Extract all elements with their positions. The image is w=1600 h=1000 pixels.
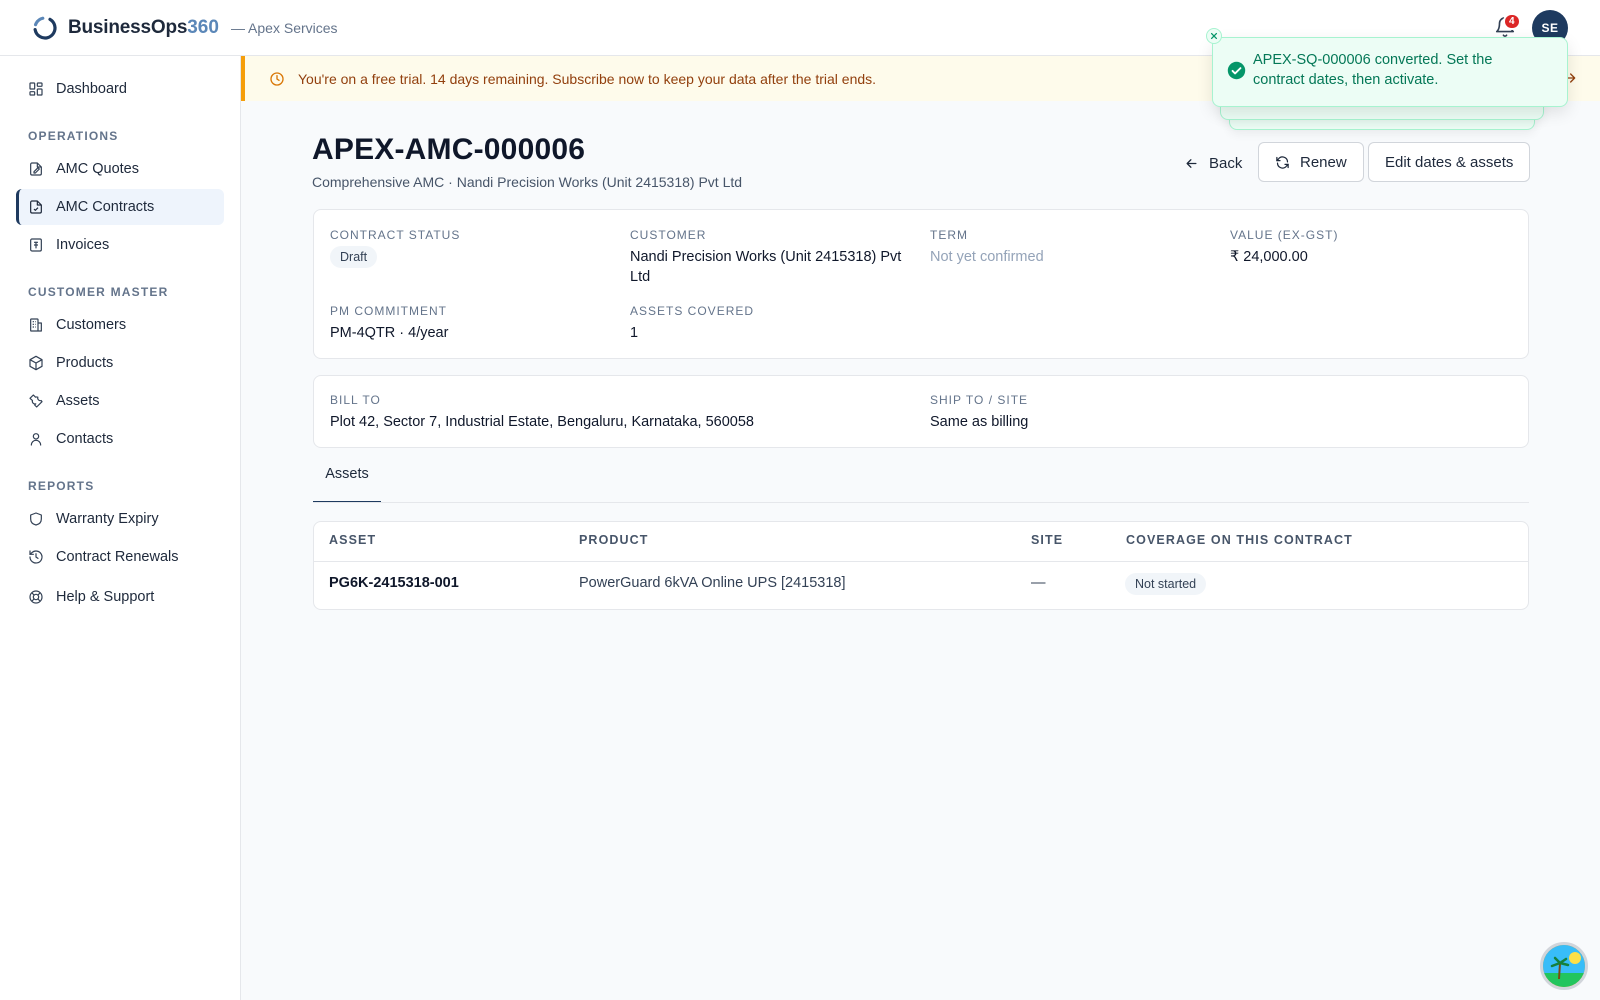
tab-divider [313,502,1529,503]
sidebar-item-customers[interactable]: Customers [16,307,224,343]
lifebuoy-icon [29,590,43,604]
column-header-product: PRODUCT [579,533,649,547]
table-header-divider [314,561,1528,562]
assets-covered-label: ASSETS COVERED [630,304,755,318]
brand[interactable]: BusinessOps 360 [32,15,219,41]
sidebar-item-label: Help & Support [56,589,155,605]
sidebar-item-label: Products [56,355,114,371]
pm-commitment-label: PM COMMITMENT [330,304,447,318]
box-icon [29,355,43,371]
renew-button-label: Renew [1300,153,1347,171]
contract-status-label: CONTRACT STATUS [330,228,461,242]
brand-number: 360 [187,16,219,38]
sidebar-item-contacts[interactable]: Contacts [16,421,224,457]
sidebar-item-label: Warranty Expiry [56,511,159,527]
site-cell: — [1031,575,1046,591]
edit-dates-assets-button[interactable]: Edit dates & assets [1368,142,1531,182]
check-circle-icon [1227,61,1246,80]
sidebar-item-label: Contract Renewals [56,549,179,565]
sidebar-section-customer-master: CUSTOMER MASTER [28,285,169,299]
sidebar-item-assets[interactable]: Assets [16,383,224,419]
sidebar-section-operations: OPERATIONS [28,129,119,143]
toast-message: APEX-SQ-000006 converted. Set the contra… [1253,52,1493,88]
page-title: APEX-AMC-000006 [312,133,586,166]
sidebar-item-label: Assets [56,393,100,409]
sidebar-item-contract-renewals[interactable]: Contract Renewals [16,539,224,575]
assets-covered-value: 1 [630,325,639,341]
ship-to-value: Same as billing [930,414,1029,430]
sidebar-item-help-support[interactable]: Help & Support [16,579,224,615]
refresh-icon [1276,155,1289,169]
success-toast: APEX-SQ-000006 converted. Set the contra… [1212,37,1568,107]
organization-name: — Apex Services [230,19,338,36]
pm-commitment-value: PM-4QTR · 4/year [330,325,449,341]
invoice-icon [30,238,42,252]
history-icon [29,550,43,564]
sidebar-item-amc-contracts[interactable]: AMC Contracts [16,189,224,225]
tab-assets[interactable]: Assets [313,466,381,503]
customer-value: Nandi Precision Works (Unit 2415318) Pvt… [630,249,902,285]
term-value: Not yet confirmed [930,249,1044,265]
sidebar-item-warranty-expiry[interactable]: Warranty Expiry [16,501,224,537]
bill-to-label: BILL TO [330,393,381,407]
product-cell: PowerGuard 6kVA Online UPS [2415318] [579,575,846,591]
dashboard-icon [29,82,43,96]
user-icon [30,433,42,446]
customer-label: CUSTOMER [630,228,707,242]
sidebar-item-label: Contacts [56,431,114,447]
arrow-left-icon [1186,158,1197,168]
sidebar-item-amc-quotes[interactable]: AMC Quotes [16,151,224,187]
contract-status-badge: Draft [330,246,378,268]
bill-to-value: Plot 42, Sector 7, Industrial Estate, Be… [330,414,754,430]
sidebar-item-dashboard[interactable]: Dashboard [16,71,224,107]
column-header-site: SITE [1031,533,1064,547]
contract-value: ₹ 24,000.00 [1230,249,1308,265]
wrench-icon [29,394,43,408]
sidebar-item-label: AMC Quotes [56,161,139,177]
term-label: TERM [930,228,968,242]
sidebar-item-label: Dashboard [56,81,127,97]
value-label: VALUE (EX-GST) [1230,228,1339,242]
shield-icon [30,512,42,526]
column-header-coverage: COVERAGE ON THIS CONTRACT [1126,533,1353,547]
sidebar-item-label: Customers [56,317,127,333]
page-subtitle: Comprehensive AMC · Nandi Precision Work… [312,174,743,190]
clock-icon [270,71,284,86]
address-card: BILL TO Plot 42, Sector 7, Industrial Es… [313,375,1529,448]
brand-logo-icon [33,15,57,40]
brand-name: BusinessOps [68,16,188,38]
back-button[interactable]: Back [1172,143,1254,183]
sidebar-item-products[interactable]: Products [16,345,224,381]
quote-icon [30,162,42,176]
sidebar-item-invoices[interactable]: Invoices [16,227,224,263]
help-widget-icon[interactable] [1540,942,1588,990]
sidebar-item-label: AMC Contracts [56,199,155,215]
sidebar: Dashboard OPERATIONS AMC Quotes AMC Cont… [0,56,241,1000]
ship-to-label: SHIP TO / SITE [930,393,1029,407]
asset-id-cell[interactable]: PG6K-2415318-001 [329,575,459,591]
close-icon[interactable] [1206,28,1222,44]
sidebar-section-reports: REPORTS [28,479,95,493]
coverage-status-badge: Not started [1125,573,1207,595]
building-icon [30,318,42,332]
back-button-label: Back [1209,154,1243,172]
contract-icon [30,200,42,214]
column-header-asset: ASSET [329,533,377,547]
sidebar-item-label: Invoices [56,237,110,253]
trial-banner-text: You're on a free trial. 14 days remainin… [298,70,877,87]
notification-count-badge: 4 [1503,13,1521,30]
contract-summary-card: CONTRACT STATUS Draft CUSTOMER Nandi Pre… [313,209,1529,359]
renew-button[interactable]: Renew [1258,142,1364,182]
